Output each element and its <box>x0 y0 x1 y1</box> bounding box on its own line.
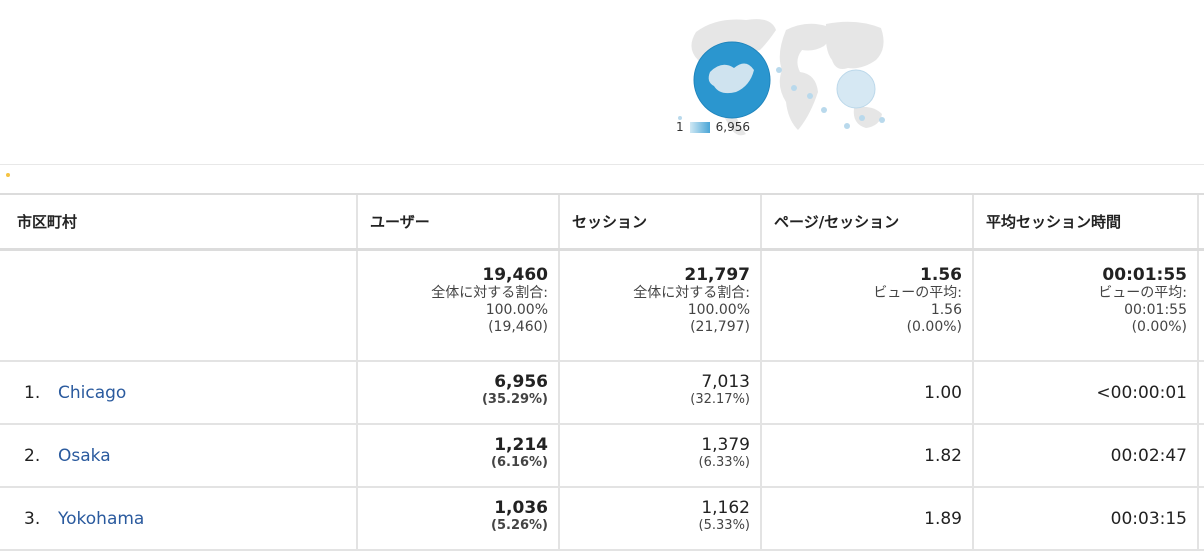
summary-row: 19,460 全体に対する割合: 100.00% (19,460) 21,797… <box>0 251 1204 362</box>
summary-average: 1.56 <box>930 302 962 318</box>
summary-label: ビューの平均: <box>873 285 962 301</box>
map-dot <box>807 93 813 99</box>
table-header-row: 市区町村 ユーザー セッション ページ/セッション 平均セッション時間 <box>0 193 1204 251</box>
summary-absolute: (19,460) <box>488 319 548 335</box>
summary-label: 全体に対する割合: <box>633 285 750 301</box>
map-dot <box>791 85 797 91</box>
section-divider <box>0 164 1204 165</box>
users-cell: 1,036 (5.26%) <box>358 488 560 549</box>
users-value: 6,956 <box>494 372 548 392</box>
map-dot <box>859 115 865 121</box>
row-rank: 1. <box>24 382 41 403</box>
users-cell: 1,214 (6.16%) <box>358 425 560 486</box>
city-link[interactable]: Yokohama <box>58 509 144 529</box>
summary-absolute: (21,797) <box>690 319 750 335</box>
users-percent: (35.29%) <box>481 392 548 407</box>
users-percent: (5.26%) <box>491 518 548 533</box>
avg-duration-cell: 00:02:47 <box>974 425 1199 486</box>
summary-percent: 100.00% <box>485 302 548 318</box>
sessions-value: 1,379 <box>701 435 750 455</box>
city-cell: 2. Osaka <box>0 425 358 486</box>
summary-city-cell <box>0 251 358 360</box>
header-label: ページ/セッション <box>774 213 900 231</box>
sessions-percent: (5.33%) <box>698 518 750 533</box>
map-dot <box>879 117 885 123</box>
sessions-percent: (6.33%) <box>698 455 750 470</box>
sessions-value: 1,162 <box>701 498 750 518</box>
avg-duration-cell: 00:03:15 <box>974 488 1199 549</box>
header-label: セッション <box>572 213 648 231</box>
column-header-avg-session-duration[interactable]: 平均セッション時間 <box>974 195 1199 248</box>
table-row: 3. Yokohama 1,036 (5.26%) 1,162 (5.33%) … <box>0 488 1204 551</box>
users-value: 1,214 <box>494 435 548 455</box>
map-dot <box>776 67 782 73</box>
column-header-sessions[interactable]: セッション <box>560 195 762 248</box>
column-header-city[interactable]: 市区町村 <box>0 195 358 248</box>
landmass-oceania <box>853 106 882 128</box>
summary-percent: 100.00% <box>687 302 750 318</box>
row-rank: 3. <box>24 508 41 529</box>
sessions-value: 7,013 <box>701 372 750 392</box>
pages-per-session-cell: 1.00 <box>762 362 974 423</box>
row-rank: 2. <box>24 445 41 466</box>
users-cell: 6,956 (35.29%) <box>358 362 560 423</box>
header-label: 市区町村 <box>17 213 78 231</box>
column-header-pages-per-session[interactable]: ページ/セッション <box>762 195 974 248</box>
summary-sessions-cell: 21,797 全体に対する割合: 100.00% (21,797) <box>560 251 762 360</box>
summary-average: 00:01:55 <box>1124 302 1187 318</box>
map-dot <box>844 123 850 129</box>
sessions-percent: (32.17%) <box>690 392 750 407</box>
sessions-cell: 1,379 (6.33%) <box>560 425 762 486</box>
header-label: 平均セッション時間 <box>986 213 1122 231</box>
summary-total: 00:01:55 <box>1102 265 1187 285</box>
users-value: 1,036 <box>494 498 548 518</box>
city-link[interactable]: Osaka <box>58 446 111 466</box>
sessions-cell: 1,162 (5.33%) <box>560 488 762 549</box>
city-cell: 1. Chicago <box>0 362 358 423</box>
header-label: ユーザー <box>370 213 430 231</box>
landmass-europe-africa <box>779 23 830 130</box>
legend-gradient-bar <box>689 121 710 133</box>
sessions-cell: 7,013 (32.17%) <box>560 362 762 423</box>
city-link[interactable]: Chicago <box>58 383 126 403</box>
summary-users-cell: 19,460 全体に対する割合: 100.00% (19,460) <box>358 251 560 360</box>
avg-duration-cell: <00:00:01 <box>974 362 1199 423</box>
table-row: 2. Osaka 1,214 (6.16%) 1,379 (6.33%) 1.8… <box>0 425 1204 488</box>
map-legend: 1 6,956 <box>676 119 750 135</box>
status-dot <box>6 173 10 177</box>
summary-duration-cell: 00:01:55 ビューの平均: 00:01:55 (0.00%) <box>974 251 1199 360</box>
pages-per-session-cell: 1.82 <box>762 425 974 486</box>
legend-max-value: 6,956 <box>715 120 750 134</box>
summary-diff: (0.00%) <box>1131 319 1187 335</box>
summary-total: 1.56 <box>920 265 962 285</box>
summary-label: ビューの平均: <box>1098 285 1187 301</box>
geo-map-panel: 1 6,956 <box>0 0 1204 164</box>
city-cell: 3. Yokohama <box>0 488 358 549</box>
landmass-asia <box>825 21 884 69</box>
summary-pages-cell: 1.56 ビューの平均: 1.56 (0.00%) <box>762 251 974 360</box>
map-dot <box>821 107 827 113</box>
map-bubble-asia <box>836 69 876 109</box>
summary-label: 全体に対する割合: <box>431 285 548 301</box>
summary-total: 21,797 <box>684 265 750 285</box>
users-percent: (6.16%) <box>491 455 548 470</box>
column-header-users[interactable]: ユーザー <box>358 195 560 248</box>
legend-min-value: 1 <box>676 120 684 134</box>
pages-per-session-cell: 1.89 <box>762 488 974 549</box>
table-row: 1. Chicago 6,956 (35.29%) 7,013 (32.17%)… <box>0 362 1204 425</box>
summary-total: 19,460 <box>482 265 548 285</box>
summary-diff: (0.00%) <box>906 319 962 335</box>
